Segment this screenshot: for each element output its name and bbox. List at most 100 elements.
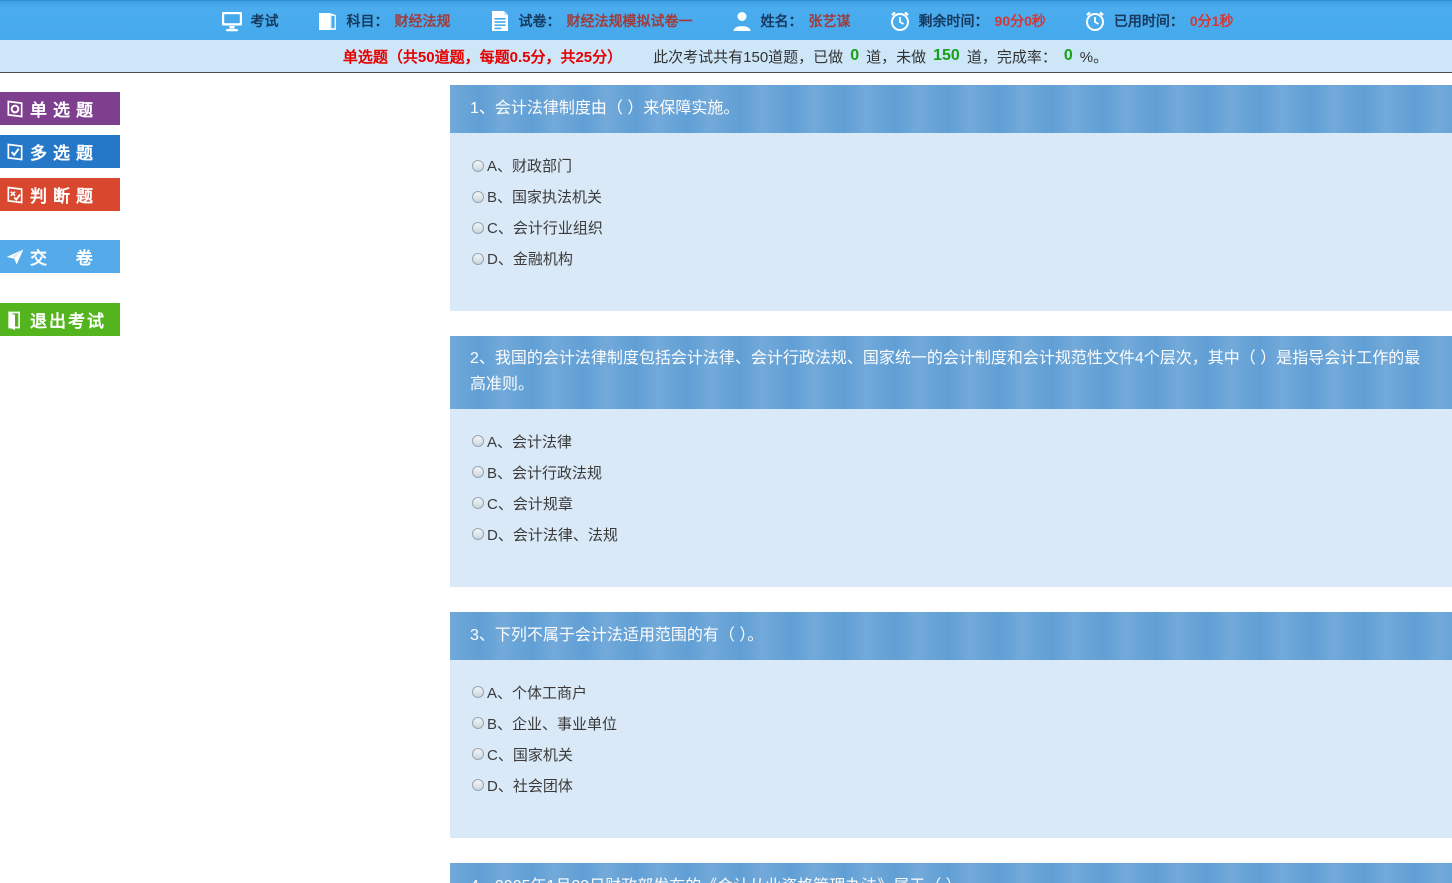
time-remaining-value: 90分0秒 [995, 11, 1046, 31]
time-used-indicator: 已用时间： 0分1秒 [1082, 8, 1234, 34]
exam-info-bar: 单选题（共50道题，每题0.5分，共25分） 此次考试共有150道题，已做 0 … [0, 40, 1452, 73]
radio-button-icon[interactable] [472, 466, 484, 478]
subject-label: 科目： [347, 11, 389, 31]
progress-text: 此次考试共有150道题，已做 [653, 46, 843, 67]
question-header: 1、会计法律制度由（ ）来保障实施。 [450, 85, 1452, 133]
option-label: B、会计行政法规 [487, 462, 602, 483]
answer-option[interactable]: A、会计法律 [472, 431, 1432, 452]
option-label: C、国家机关 [487, 744, 573, 765]
progress-text: 道，完成率： [967, 46, 1057, 67]
topbar-items: 考试 科目： 财经法规 试卷： 财经法规模拟试卷一 姓名： 张艺谋 [219, 8, 1234, 34]
page-layout: 单选题 多选题 判断题 交 卷 退出考试 [0, 73, 1452, 883]
answer-option[interactable]: B、企业、事业单位 [472, 713, 1432, 734]
answer-option[interactable]: C、会计行业组织 [472, 217, 1432, 238]
multi-choice-icon [0, 142, 30, 162]
exit-door-icon [0, 310, 30, 330]
monitor-icon [219, 8, 245, 34]
progress-text: %。 [1080, 46, 1108, 67]
sidebar-item-judge[interactable]: 判断题 [0, 178, 120, 211]
option-label: C、会计行业组织 [487, 217, 603, 238]
option-label: A、财政部门 [487, 155, 572, 176]
time-used-label: 已用时间： [1114, 11, 1184, 31]
radio-button-icon[interactable] [472, 686, 484, 698]
name-value: 张艺谋 [809, 11, 851, 31]
radio-button-icon[interactable] [472, 748, 484, 760]
option-label: B、企业、事业单位 [487, 713, 617, 734]
sidebar-item-label: 单选题 [30, 96, 99, 121]
question-panel: 3、下列不属于会计法适用范围的有（ ）。 A、个体工商户 B、企业、事业单位 C… [450, 612, 1452, 838]
answer-option[interactable]: C、国家机关 [472, 744, 1432, 765]
question-panel: 2、我国的会计法律制度包括会计法律、会计行政法规、国家统一的会计制度和会计规范性… [450, 336, 1452, 587]
completion-rate: 0 [1064, 47, 1073, 65]
time-remaining-indicator: 剩余时间： 90分0秒 [887, 8, 1046, 34]
radio-button-icon[interactable] [472, 191, 484, 203]
question-body: A、会计法律 B、会计行政法规 C、会计规章 D、会计法律、法规 [450, 409, 1452, 587]
question-title: 3、下列不属于会计法适用范围的有（ ）。 [470, 623, 763, 649]
question-title: 1、会计法律制度由（ ）来保障实施。 [470, 96, 739, 122]
answer-option[interactable]: C、会计规章 [472, 493, 1432, 514]
single-choice-icon [0, 99, 30, 119]
option-label: D、金融机构 [487, 248, 573, 269]
progress-summary: 此次考试共有150道题，已做 0 道，未做 150 道，完成率： 0 %。 [652, 46, 1109, 67]
answer-option[interactable]: B、会计行政法规 [472, 462, 1432, 483]
question-body: A、财政部门 B、国家执法机关 C、会计行业组织 D、金融机构 [450, 133, 1452, 311]
sidebar-item-label: 退出考试 [30, 307, 106, 332]
topbar: 考试 科目： 财经法规 试卷： 财经法规模拟试卷一 姓名： 张艺谋 [0, 0, 1452, 40]
radio-button-icon[interactable] [472, 253, 484, 265]
paper-indicator: 试卷： 财经法规模拟试卷一 [487, 8, 693, 34]
question-title: 2、我国的会计法律制度包括会计法律、会计行政法规、国家统一的会计制度和会计规范性… [470, 346, 1432, 399]
done-count: 0 [850, 47, 859, 65]
radio-button-icon[interactable] [472, 160, 484, 172]
answer-option[interactable]: D、社会团体 [472, 775, 1432, 796]
exit-exam-button[interactable]: 退出考试 [0, 303, 120, 336]
paper-value: 财经法规模拟试卷一 [567, 11, 693, 31]
name-indicator: 姓名： 张艺谋 [729, 8, 851, 34]
sidebar-item-label: 多选题 [30, 139, 99, 164]
answer-option[interactable]: B、国家执法机关 [472, 186, 1432, 207]
sidebar-item-label: 判断题 [30, 182, 99, 207]
subject-value: 财经法规 [395, 11, 451, 31]
answer-option[interactable]: A、财政部门 [472, 155, 1432, 176]
alarm-clock-icon [887, 8, 913, 34]
option-label: A、会计法律 [487, 431, 572, 452]
radio-button-icon[interactable] [472, 779, 484, 791]
option-label: D、会计法律、法规 [487, 524, 618, 545]
submit-paper-button[interactable]: 交 卷 [0, 240, 120, 273]
progress-text: 道，未做 [866, 46, 926, 67]
radio-button-icon[interactable] [472, 717, 484, 729]
time-used-value: 0分1秒 [1190, 11, 1234, 31]
question-panel: 1、会计法律制度由（ ）来保障实施。 A、财政部门 B、国家执法机关 C、会计行… [450, 85, 1452, 311]
radio-button-icon[interactable] [472, 528, 484, 540]
question-list: 1、会计法律制度由（ ）来保障实施。 A、财政部门 B、国家执法机关 C、会计行… [450, 73, 1452, 883]
exam-indicator: 考试 [219, 8, 279, 34]
question-header: 3、下列不属于会计法适用范围的有（ ）。 [450, 612, 1452, 660]
option-label: D、社会团体 [487, 775, 573, 796]
question-header: 4、2005年1月22日财政部发布的《会计从业资格管理办法》属于（ ）。 [450, 863, 1452, 883]
alarm-clock-icon [1082, 8, 1108, 34]
option-label: B、国家执法机关 [487, 186, 602, 207]
document-icon [487, 8, 513, 34]
question-panel: 4、2005年1月22日财政部发布的《会计从业资格管理办法》属于（ ）。 A、会… [450, 863, 1452, 883]
sidebar-item-single-choice[interactable]: 单选题 [0, 92, 120, 125]
answer-option[interactable]: A、个体工商户 [472, 682, 1432, 703]
sidebar-item-label: 交 卷 [30, 244, 105, 269]
paper-plane-icon [0, 247, 30, 267]
option-label: C、会计规章 [487, 493, 573, 514]
book-icon [315, 8, 341, 34]
radio-button-icon[interactable] [472, 497, 484, 509]
undone-count: 150 [933, 47, 960, 65]
radio-button-icon[interactable] [472, 435, 484, 447]
answer-option[interactable]: D、会计法律、法规 [472, 524, 1432, 545]
question-body: A、个体工商户 B、企业、事业单位 C、国家机关 D、社会团体 [450, 660, 1452, 838]
exam-label: 考试 [251, 11, 279, 31]
radio-button-icon[interactable] [472, 222, 484, 234]
answer-option[interactable]: D、金融机构 [472, 248, 1432, 269]
question-header: 2、我国的会计法律制度包括会计法律、会计行政法规、国家统一的会计制度和会计规范性… [450, 336, 1452, 409]
user-icon [729, 8, 755, 34]
judge-icon [0, 185, 30, 205]
paper-label: 试卷： [519, 11, 561, 31]
section-summary: 单选题（共50道题，每题0.5分，共25分） [343, 46, 622, 67]
sidebar: 单选题 多选题 判断题 交 卷 退出考试 [0, 73, 450, 883]
sidebar-item-multi-choice[interactable]: 多选题 [0, 135, 120, 168]
name-label: 姓名： [761, 11, 803, 31]
